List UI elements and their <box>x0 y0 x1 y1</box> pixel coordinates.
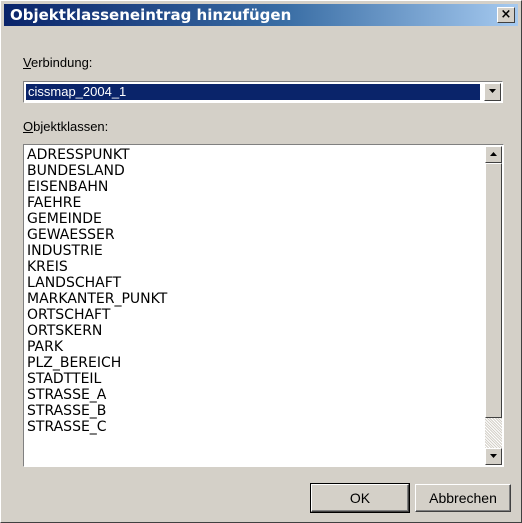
list-item[interactable]: EISENBAHN <box>27 179 482 195</box>
list-item[interactable]: ADRESSPUNKT <box>27 147 482 163</box>
scroll-down-button[interactable] <box>485 448 502 465</box>
list-item[interactable]: INDUSTRIE <box>27 243 482 259</box>
connection-label-accel: V <box>23 55 31 70</box>
classes-label-text: bjektklassen: <box>33 119 109 134</box>
dialog-window: Objektklasseneintrag hinzufügen × Verbin… <box>0 0 522 523</box>
list-item[interactable]: STRASSE_C <box>27 419 482 435</box>
list-item[interactable]: GEMEINDE <box>27 211 482 227</box>
list-item[interactable]: MARKANTER_PUNKT <box>27 291 482 307</box>
classes-list: ADRESSPUNKT BUNDESLAND EISENBAHN FAEHRE GEME… <box>27 147 482 435</box>
list-item[interactable]: ORTSKERN <box>27 323 482 339</box>
list-item[interactable]: FAEHRE <box>27 195 482 211</box>
list-item[interactable]: STRASSE_B <box>27 403 482 419</box>
close-button[interactable]: × <box>497 7 515 23</box>
list-item[interactable]: BUNDESLAND <box>27 163 482 179</box>
list-item[interactable]: STADTTEIL <box>27 371 482 387</box>
scrollbar-thumb[interactable] <box>485 163 502 418</box>
classes-label: Objektklassen: <box>23 119 108 134</box>
cancel-button[interactable]: Abbrechen <box>415 484 511 512</box>
classes-label-accel: O <box>23 119 34 134</box>
chevron-up-icon <box>490 152 497 156</box>
list-item[interactable]: GEWAESSER <box>27 227 482 243</box>
list-item[interactable]: PARK <box>27 339 482 355</box>
classes-listbox[interactable]: ADRESSPUNKT BUNDESLAND EISENBAHN FAEHRE GEME… <box>23 144 504 467</box>
connection-label: Verbindung: <box>23 55 92 70</box>
chevron-down-icon <box>489 89 496 93</box>
scrollbar-track[interactable] <box>485 418 502 448</box>
connection-select[interactable]: cissmap_2004_1 <box>23 81 503 103</box>
connection-select-value: cissmap_2004_1 <box>26 84 480 100</box>
title-bar[interactable]: Objektklasseneintrag hinzufügen × <box>4 4 518 26</box>
scroll-up-button[interactable] <box>485 146 502 163</box>
classes-scrollbar[interactable] <box>485 146 502 465</box>
list-item[interactable]: KREIS <box>27 259 482 275</box>
ok-button[interactable]: OK <box>310 483 410 513</box>
close-icon: × <box>500 7 512 22</box>
list-item[interactable]: ORTSCHAFT <box>27 307 482 323</box>
list-item[interactable]: STRASSE_A <box>27 387 482 403</box>
connection-label-text: erbindung: <box>30 55 93 70</box>
connection-dropdown-button[interactable] <box>484 83 501 101</box>
list-item[interactable]: PLZ_BEREICH <box>27 355 482 371</box>
list-item[interactable]: LANDSCHAFT <box>27 275 482 291</box>
chevron-down-icon <box>490 454 497 458</box>
window-title: Objektklasseneintrag hinzufügen <box>10 6 292 24</box>
